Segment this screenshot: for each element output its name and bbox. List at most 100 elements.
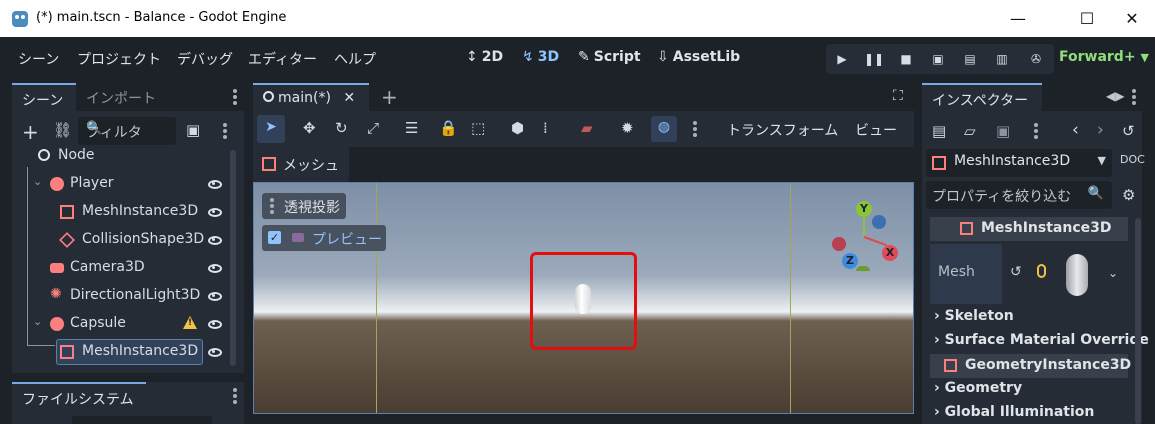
- preview-toggle[interactable]: ✓ プレビュー: [262, 225, 386, 251]
- movie-maker-icon[interactable]: ✇: [1020, 44, 1052, 74]
- transform-menu[interactable]: トランスフォーム: [727, 120, 838, 140]
- menu-help[interactable]: ヘルプ: [334, 49, 376, 69]
- warning-icon[interactable]: [183, 316, 197, 329]
- add-tab-icon[interactable]: +: [381, 85, 398, 109]
- inspector-scrollbar[interactable]: [1135, 218, 1141, 424]
- scene-tree-scrollbar[interactable]: [230, 150, 236, 366]
- play-icon[interactable]: ▶: [826, 44, 858, 74]
- tree-row-camera[interactable]: Camera3D: [30, 255, 230, 281]
- select-tool-icon[interactable]: ➤: [257, 115, 285, 143]
- 3d-viewport[interactable]: 透視投影 ✓ プレビュー Y X Z: [253, 182, 914, 414]
- mode-assetlib-button[interactable]: ⇩ AssetLib: [657, 49, 740, 65]
- section-skeleton[interactable]: › Skeleton: [934, 308, 1014, 324]
- perspective-menu-button[interactable]: 透視投影: [262, 193, 346, 219]
- inspector-dock-menu-icon[interactable]: [1132, 89, 1136, 105]
- menu-scene[interactable]: シーン: [18, 49, 59, 69]
- script-attach-icon[interactable]: ▣: [186, 121, 200, 139]
- mode-script-button[interactable]: ✎ Script: [578, 49, 641, 65]
- tree-row-collisionshape[interactable]: CollisionShape3D: [30, 227, 230, 253]
- tree-row-meshinstance[interactable]: MeshInstance3D: [30, 199, 230, 225]
- add-node-icon[interactable]: +: [22, 120, 39, 144]
- revert-icon[interactable]: ↺: [1010, 264, 1022, 280]
- visibility-eye-icon[interactable]: [208, 208, 222, 217]
- mesh-menu[interactable]: メッシュ: [253, 147, 349, 182]
- mesh-resource-picker[interactable]: ↺ ⌄: [1002, 244, 1128, 304]
- close-icon[interactable]: ✕: [343, 90, 355, 106]
- move-tool-icon[interactable]: ✥: [303, 119, 316, 137]
- scale-tool-icon[interactable]: ⤢: [367, 119, 379, 137]
- scene-filter-input[interactable]: フィルタ 🔍: [78, 117, 176, 145]
- pause-icon[interactable]: ❚❚: [858, 44, 890, 74]
- class-header-geometryinstance[interactable]: GeometryInstance3D: [930, 354, 1131, 378]
- tree-row-capsule[interactable]: ⌄ Capsule: [30, 311, 230, 337]
- doc-icon[interactable]: DOC: [1120, 153, 1145, 166]
- visibility-eye-icon[interactable]: [208, 236, 222, 245]
- menu-debug[interactable]: デバッグ: [177, 49, 233, 69]
- section-global-illumination[interactable]: › Global Illumination: [934, 404, 1094, 420]
- node-type-selector[interactable]: MeshInstance3D ▼: [926, 149, 1112, 177]
- viewport-menu-icon[interactable]: [693, 121, 697, 137]
- mode-2d-button[interactable]: ↕ 2D: [466, 49, 503, 65]
- environment-globe-icon[interactable]: ◍: [651, 116, 677, 142]
- tab-import[interactable]: インポート: [76, 83, 172, 111]
- property-filter-input[interactable]: プロパティを絞り込む 🔍: [926, 181, 1112, 209]
- y-axis-handle[interactable]: Y: [856, 201, 872, 217]
- renderer-selector[interactable]: Forward+ ▼: [1059, 49, 1149, 65]
- tab-scene[interactable]: シーン: [12, 83, 76, 111]
- visibility-eye-icon[interactable]: [208, 320, 222, 329]
- history-icon[interactable]: ↺: [1122, 122, 1135, 140]
- section-geometry[interactable]: › Geometry: [934, 380, 1022, 396]
- inspector-tools-menu-icon[interactable]: [1034, 123, 1038, 139]
- checkbox-checked-icon[interactable]: ✓: [268, 231, 281, 244]
- mesh-property-row[interactable]: Mesh ↺ ⌄: [930, 244, 1128, 304]
- menu-editor[interactable]: エディター: [248, 49, 317, 69]
- lock-icon[interactable]: 🔒: [439, 119, 458, 137]
- neg-z-axis-handle[interactable]: [872, 215, 886, 229]
- maximize-button[interactable]: ☐: [1064, 0, 1110, 37]
- view-menu[interactable]: ビュー: [855, 120, 897, 140]
- group-icon[interactable]: ⬚: [471, 119, 485, 137]
- filesystem-menu-icon[interactable]: [233, 388, 237, 404]
- visibility-eye-icon[interactable]: [208, 264, 222, 273]
- stop-icon[interactable]: ■: [890, 44, 922, 74]
- remote-debug-icon[interactable]: ▣: [922, 44, 954, 74]
- tree-row-player[interactable]: ⌄ Player: [30, 171, 230, 197]
- list-select-icon[interactable]: ☰: [405, 119, 418, 137]
- history-back-icon[interactable]: ‹: [1072, 120, 1079, 140]
- camera-preview-icon[interactable]: ▰: [581, 119, 593, 137]
- fullscreen-icon[interactable]: ⛶: [893, 88, 903, 104]
- play-scene-icon[interactable]: ▤: [954, 44, 986, 74]
- close-window-button[interactable]: ✕: [1109, 0, 1155, 37]
- save-icon[interactable]: ▣: [996, 122, 1010, 140]
- property-settings-icon[interactable]: ⚙: [1122, 186, 1135, 204]
- sun-icon[interactable]: ✹: [621, 119, 634, 137]
- menu-project[interactable]: プロジェクト: [77, 49, 161, 69]
- open-folder-icon[interactable]: ▱: [964, 122, 976, 140]
- axis-gizmo[interactable]: Y X Z: [830, 201, 900, 271]
- snap-icon[interactable]: ⁞: [543, 119, 548, 137]
- class-header-meshinstance[interactable]: MeshInstance3D: [930, 217, 1128, 241]
- cube-icon[interactable]: ⬢: [511, 119, 524, 137]
- visibility-eye-icon[interactable]: [208, 292, 222, 301]
- chevron-down-icon[interactable]: ⌄: [1108, 266, 1118, 280]
- rotate-tool-icon[interactable]: ↻: [335, 119, 348, 137]
- scene-tree-menu-icon[interactable]: [223, 123, 227, 139]
- section-surface-material[interactable]: › Surface Material Override: [934, 332, 1149, 348]
- tree-row-directionallight[interactable]: ✺ DirectionalLight3D: [30, 283, 230, 309]
- visibility-eye-icon[interactable]: [208, 348, 222, 357]
- x-axis-handle[interactable]: X: [882, 245, 898, 261]
- tab-inspector[interactable]: インスペクター: [922, 83, 1042, 111]
- play-custom-scene-icon[interactable]: ▥: [986, 44, 1018, 74]
- neg-y-axis-handle[interactable]: [856, 266, 870, 271]
- tree-row-capsule-mesh[interactable]: MeshInstance3D: [30, 339, 230, 365]
- new-resource-icon[interactable]: ▤: [932, 122, 946, 140]
- neg-x-axis-handle[interactable]: [832, 237, 846, 251]
- history-forward-icon[interactable]: ›: [1097, 120, 1104, 140]
- link-icon[interactable]: ⛓: [53, 121, 72, 139]
- visibility-eye-icon[interactable]: [208, 180, 222, 189]
- tree-row-node[interactable]: Node: [30, 143, 230, 169]
- tab-filesystem[interactable]: ファイルシステム: [12, 382, 146, 410]
- scene-dock-menu-icon[interactable]: [233, 89, 237, 105]
- z-axis-handle[interactable]: Z: [842, 253, 858, 269]
- mode-3d-button[interactable]: ↯ 3D: [522, 49, 559, 65]
